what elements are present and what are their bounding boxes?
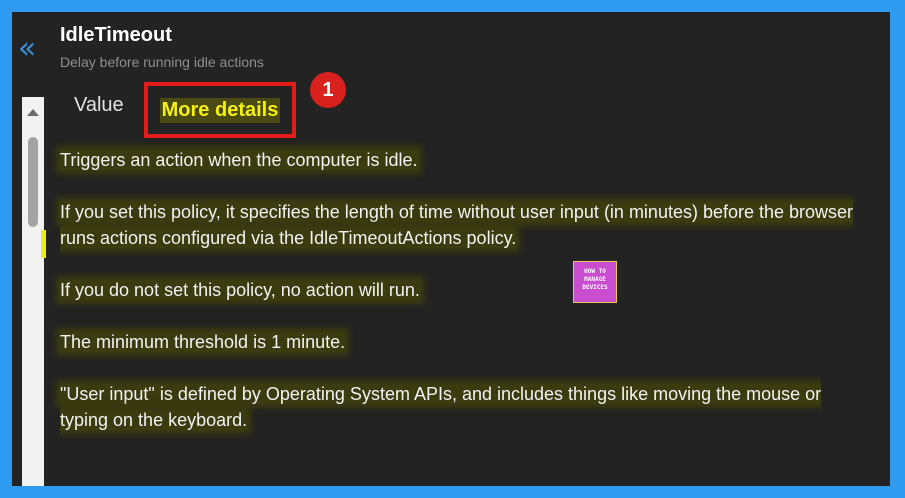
details-paragraph: If you do not set this policy, no action… [60, 280, 420, 300]
details-content: Triggers an action when the computer is … [60, 147, 860, 459]
scroll-thumb[interactable] [28, 137, 38, 227]
tab-more-details[interactable]: More details [144, 82, 296, 138]
policy-title: IdleTimeout [60, 24, 172, 46]
policy-details-panel: « IdleTimeout Delay before running idle … [12, 12, 890, 486]
vertical-scrollbar[interactable] [22, 97, 44, 486]
chevron-double-left-icon[interactable]: « [12, 34, 42, 64]
tab-more-details-label: More details [159, 97, 281, 123]
policy-subtitle: Delay before running idle actions [60, 54, 264, 70]
scroll-up-arrow-icon[interactable] [27, 109, 39, 116]
details-paragraph: Triggers an action when the computer is … [60, 150, 418, 170]
details-paragraph: If you set this policy, it specifies the… [60, 202, 854, 248]
details-paragraph: "User input" is defined by Operating Sys… [60, 384, 822, 430]
details-paragraph: The minimum threshold is 1 minute. [60, 332, 346, 352]
callout-badge: 1 [310, 72, 346, 108]
watermark-logo: HOW TO MANAGE DEVICES [573, 261, 617, 303]
tab-value[interactable]: Value [74, 94, 124, 117]
highlight-edge-mark [41, 230, 46, 258]
